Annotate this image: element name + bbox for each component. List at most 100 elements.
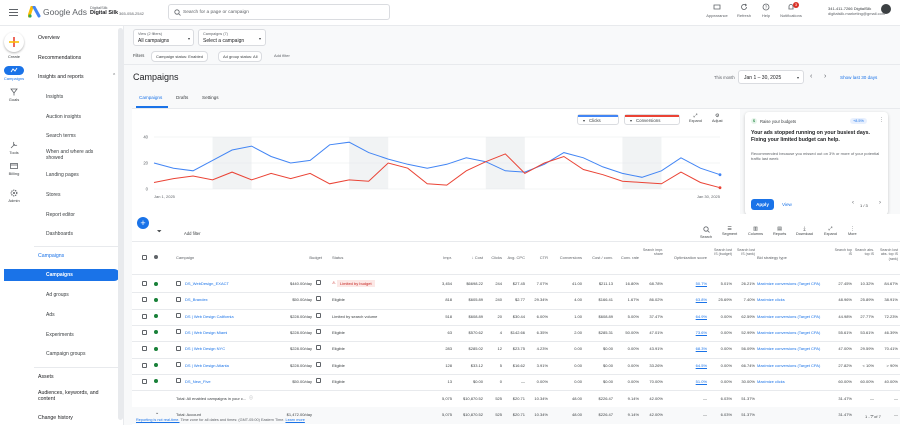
edit-budget-icon[interactable] [316,280,321,285]
edit-budget-icon[interactable] [316,312,321,318]
metric2-selector[interactable]: Conversions ▾ [624,114,680,125]
rail-campaigns-button[interactable] [4,66,24,75]
cell-budget[interactable]: $50.00/day [274,379,312,384]
cell-budget[interactable]: $228.00/day [274,314,312,319]
cell-bid[interactable]: Maximize conversions (Target CPA) [757,281,820,286]
column-header-opt-score[interactable]: Optimization score [667,255,707,260]
filter-icon[interactable]: ⏷ [157,229,162,236]
cell-bid[interactable]: Maximize conversions (Target CPA) [757,363,820,368]
nav-report-editor[interactable]: Report editor [46,212,75,218]
search-box[interactable]: Search for a page or campaign [168,4,390,20]
column-header-conv-rate[interactable]: Conv. rate [615,255,639,260]
column-header-cost[interactable]: ↓ Cost [457,255,483,260]
google-ads-logo-icon[interactable] [28,6,41,18]
nav-scrollbar[interactable] [118,28,123,420]
cell-budget[interactable]: $228.00/day [274,363,312,368]
column-header-bid[interactable]: Bid strategy type [757,255,787,260]
nav-assets[interactable]: Assets [38,374,54,380]
avatar[interactable] [881,4,891,14]
enabled-status-dot[interactable] [154,346,158,351]
cell-campaign[interactable]: DS_Brandex [185,297,208,302]
enabled-status-dot[interactable] [154,297,158,302]
cell-budget[interactable]: $228.00/day [274,330,312,335]
footer-realtime-link[interactable]: Reporting is not real-time. [136,418,179,422]
add-filter-link[interactable]: Add filter [274,53,290,58]
nav-ads[interactable]: Ads [46,312,55,318]
create-button[interactable] [4,32,24,52]
cell-campaign[interactable]: DS_WebDesign_EXACT [185,281,229,286]
select-all-checkbox[interactable] [142,255,147,260]
prev-period-icon[interactable]: ‹ [810,73,812,80]
column-header-top-is[interactable]: Search top IS [832,248,852,257]
nav-campaigns-section[interactable]: Campaigns [38,253,64,259]
cell-bid[interactable]: Maximize clicks [757,379,785,384]
nav-search-terms[interactable]: Search terms [46,133,76,139]
column-header-abs-top-is[interactable]: Search abs. top IS [854,248,874,257]
nav-auction-insights[interactable]: Auction insights [46,114,81,120]
show-last-30-days-link[interactable]: Show last 30 days [840,75,877,80]
cell-opt-score[interactable]: 64.9% [667,314,707,319]
toolbar-columns-button[interactable]: ▥ Columns [748,226,763,236]
enabled-status-dot[interactable] [154,281,158,286]
row-checkbox[interactable] [142,329,147,335]
nav-dashboards[interactable]: Dashboards [46,231,73,237]
toolbar-search-button[interactable]: Search [700,226,712,239]
campaign-selector[interactable]: Campaigns (7) Select a campaign ▾ [198,29,266,46]
tools-icon[interactable] [10,141,18,149]
gear-icon[interactable] [10,189,18,197]
column-header-campaign[interactable]: Campaign [176,255,194,260]
nav-campaign-groups[interactable]: Campaign groups [46,351,85,357]
cell-bid[interactable]: Maximize clicks [757,297,785,302]
tab-drafts[interactable]: Drafts [176,95,188,100]
row-checkbox[interactable] [142,362,147,368]
metric1-selector[interactable]: Clicks ▾ [577,114,619,125]
nav-insights-reports[interactable]: Insights and reports [38,74,84,80]
cell-campaign[interactable]: DS | Web Design Miami [185,330,227,335]
pager-prev-icon[interactable]: ‹ [852,200,854,206]
column-header-conversions[interactable]: Conversions [552,255,582,260]
goals-icon[interactable] [10,88,18,96]
more-vert-icon[interactable]: ⋮ [879,117,884,123]
column-header-impr[interactable]: Impr. [432,255,452,260]
cell-bid[interactable]: Maximize conversions (Target CPA) [757,314,820,319]
enabled-status-dot[interactable] [154,363,158,367]
account-name[interactable]: Digital Silk [90,10,118,16]
cell-bid[interactable]: Maximize conversions (Target CPA) [757,330,820,335]
nav-audiences[interactable]: Audiences, keywords, and content [38,390,110,402]
edit-budget-icon[interactable] [316,377,321,383]
table-add-filter[interactable]: Add filter [184,231,201,236]
edit-budget-icon[interactable] [316,328,321,334]
cell-campaign[interactable]: DS | Web Design California [185,314,234,319]
cell-opt-score[interactable]: 63.8% [667,297,707,302]
menu-icon[interactable] [9,9,18,16]
expand-chevron-icon[interactable]: ⌄ [155,410,159,416]
toolbar-segment-button[interactable]: ☰ Segment [722,226,737,236]
column-header-lost-budget[interactable]: Search lost IS (budget) [710,248,732,257]
cell-opt-score[interactable]: 73.6% [667,330,707,335]
enabled-status-dot[interactable] [154,314,158,319]
filter-chip-adgroup-status[interactable]: Ad group status: All [218,51,263,62]
refresh-button[interactable]: Refresh [732,3,756,18]
toolbar-expand-button[interactable]: ⤢ Expand [824,226,837,236]
add-fab-button[interactable]: + [137,217,149,229]
column-header-lost-rank[interactable]: Search lost IS (rank) [735,248,755,257]
cell-campaign[interactable]: DS | Web Design Atlanta [185,363,229,368]
next-period-icon[interactable]: › [824,73,826,80]
row-checkbox[interactable] [142,297,147,303]
column-header-budget[interactable]: Budget [274,255,322,260]
edit-budget-icon[interactable] [316,296,321,302]
cell-opt-score[interactable]: 68.3% [667,346,707,351]
toolbar-reports-button[interactable]: ▤ Reports [773,226,786,236]
enabled-status-dot[interactable] [154,330,158,335]
toolbar-more-button[interactable]: ⋮ More [848,226,857,236]
tab-campaigns[interactable]: Campaigns [139,95,162,100]
nav-when-where[interactable]: When and where ads showed [46,149,106,161]
date-range-picker[interactable]: Jan 1 – 30, 2025 ▾ [738,70,804,84]
cell-opt-score[interactable]: 50.7% [667,281,707,286]
cell-bid[interactable]: Maximize conversions (Target CPA) [757,346,820,351]
view-button[interactable]: View [782,202,792,207]
nav-campaigns[interactable]: Campaigns [46,272,73,278]
billing-icon[interactable] [10,162,18,170]
enabled-status-dot[interactable] [154,379,158,384]
row-checkbox[interactable] [142,378,147,384]
